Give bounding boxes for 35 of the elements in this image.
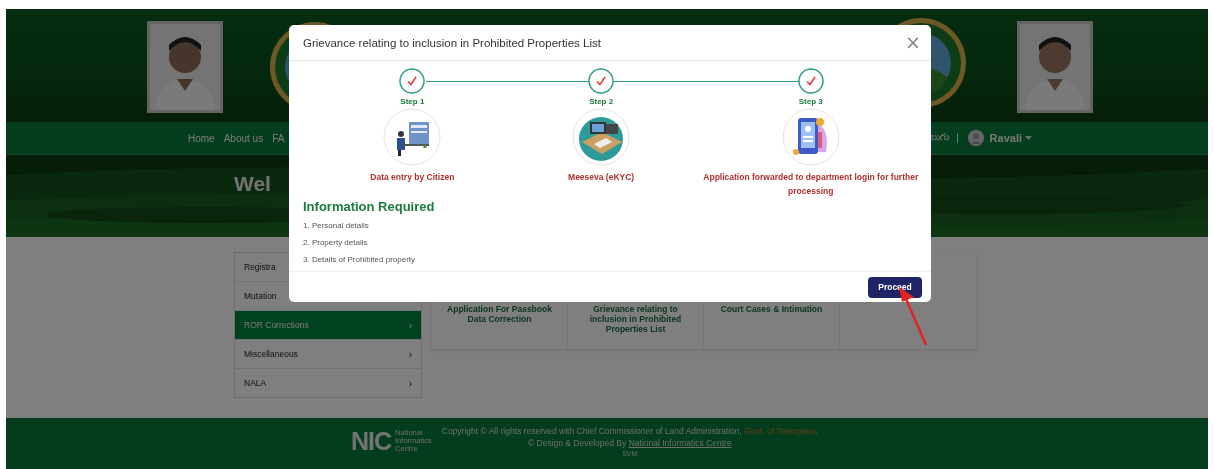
step-label: Step 3 (798, 97, 823, 106)
proceed-button[interactable]: Proceed (868, 276, 922, 298)
info-item: 3. Details of Prohibited property (303, 254, 417, 266)
nav-link[interactable]: Home (188, 132, 215, 144)
welcome-heading: Wel (234, 172, 271, 196)
logo-mark: NIC (351, 429, 392, 453)
info-item: 1. Personal details (303, 220, 370, 232)
info-heading: Information Required (303, 199, 436, 214)
credit-text: © Design & Developed By National Informatics Centre (527, 438, 732, 448)
nav-link[interactable]: About us (223, 132, 264, 144)
step-caption: Meeseva (eKYC) (567, 171, 636, 184)
modal-title: Grievance relating to inclusion in Prohibited Properties List (303, 36, 602, 49)
sidebar-item[interactable]: ROR Corrections › (235, 311, 421, 340)
office-desk-drawing (383, 108, 442, 166)
chevron-icon: › (408, 377, 412, 389)
chevron-icon: › (408, 348, 412, 360)
card-title: Application For Passbook Data Correction (446, 304, 553, 327)
user-menu[interactable]: Ravali (989, 132, 1032, 144)
workstation-drawing (572, 108, 631, 166)
step-caption: Data entry by Citizen (369, 171, 456, 184)
nav-link[interactable]: FA (272, 132, 285, 144)
copyright-text: Copyright © All rights reserved with Chief Commissioner of Land Administration, Govt. of Telangana. (441, 426, 818, 436)
caret-icon (1025, 136, 1032, 140)
card-title: Court Cases & Intimation (720, 304, 823, 316)
step-caption: Application forwarded to department login for further processing (702, 171, 920, 199)
nic-link[interactable]: National Informatics Centre (628, 438, 732, 448)
language-link[interactable]: లుగు (929, 131, 949, 145)
phone-form-drawing (781, 108, 840, 166)
chevron-icon: › (408, 319, 412, 331)
close-button[interactable]: × (905, 33, 921, 52)
step-label: Step 1 (400, 97, 425, 106)
avatar-icon (967, 130, 984, 146)
step-label: Step 2 (589, 97, 614, 106)
info-item: 2. Property details (303, 237, 369, 249)
card-title: Grievance relating to inclusion in Prohibited Properties List (588, 304, 683, 337)
